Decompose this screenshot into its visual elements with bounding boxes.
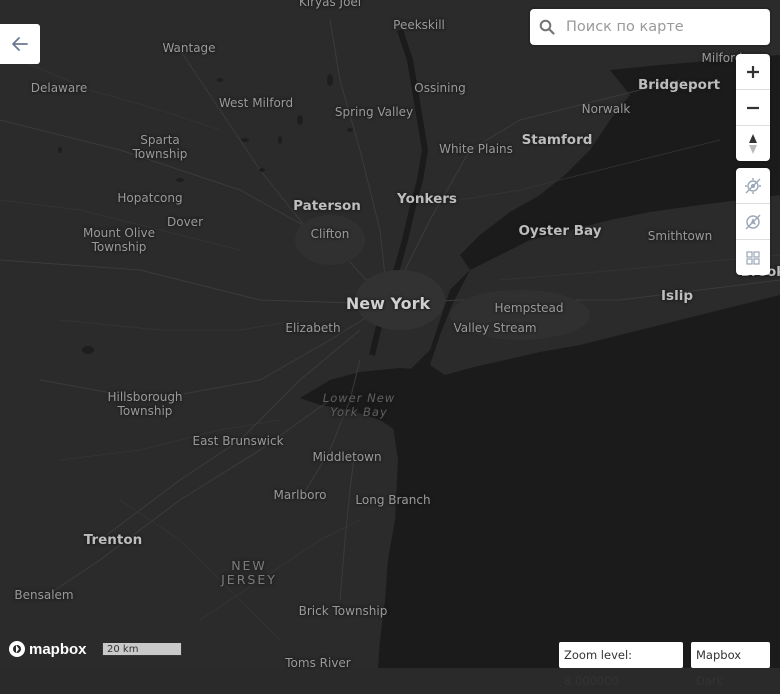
place-label: Yonkers bbox=[397, 191, 457, 207]
place-label: Islip bbox=[661, 288, 693, 304]
place-label: Norwalk bbox=[581, 102, 631, 116]
grid-icon bbox=[746, 250, 760, 265]
zoom-in-button[interactable] bbox=[736, 54, 770, 90]
compass-button[interactable] bbox=[736, 126, 770, 161]
map-canvas[interactable] bbox=[0, 0, 780, 668]
place-label: New York bbox=[345, 294, 431, 313]
plus-icon bbox=[747, 65, 759, 78]
scale-bar: 20 km bbox=[102, 643, 182, 656]
place-label: Wantage bbox=[162, 41, 216, 55]
compass-icon bbox=[749, 133, 757, 154]
place-label: Peekskill bbox=[393, 18, 445, 32]
place-label: Sparta Township bbox=[132, 133, 188, 161]
zoom-level-display: Zoom level: 8.000000 bbox=[559, 642, 683, 688]
navigation-disabled-icon bbox=[745, 214, 761, 229]
zoom-level-text: Zoom level: 8.000000 bbox=[564, 648, 633, 688]
place-label: Hempstead bbox=[494, 301, 564, 315]
place-label: Oyster Bay bbox=[518, 223, 602, 239]
place-label: White Plains bbox=[439, 142, 513, 156]
mapbox-logo[interactable]: mapbox bbox=[8, 640, 87, 658]
place-label: Ossining bbox=[414, 81, 466, 95]
map-style-switcher[interactable]: Mapbox Dark bbox=[691, 642, 770, 688]
place-label: Trenton bbox=[83, 532, 143, 548]
place-label: Dover bbox=[167, 215, 203, 229]
place-label: Hopatcong bbox=[117, 191, 183, 205]
place-label: West Milford bbox=[218, 96, 294, 110]
map-style-name: Mapbox Dark bbox=[696, 648, 742, 688]
search-icon bbox=[530, 19, 564, 35]
place-label: Long Branch bbox=[355, 493, 431, 507]
place-label: Valley Stream bbox=[453, 321, 537, 335]
grid-button[interactable] bbox=[736, 240, 770, 275]
place-label: Spring Valley bbox=[334, 105, 414, 119]
scale-label: 20 km bbox=[107, 644, 139, 655]
map-search[interactable] bbox=[530, 9, 770, 45]
track-off-button[interactable] bbox=[736, 204, 770, 240]
place-label: Brick Township bbox=[298, 604, 388, 618]
place-label: Paterson bbox=[293, 198, 361, 214]
place-label: Smithtown bbox=[647, 229, 713, 243]
place-label: East Brunswick bbox=[192, 434, 284, 448]
geolocate-off-button[interactable] bbox=[736, 168, 770, 204]
place-label: Elizabeth bbox=[285, 321, 341, 335]
map-tool-controls bbox=[736, 168, 770, 275]
place-label: NEW JERSEY bbox=[221, 558, 277, 587]
place-label: Hillsborough Township bbox=[107, 390, 183, 418]
search-input[interactable] bbox=[564, 18, 763, 36]
place-label: Delaware bbox=[30, 81, 88, 95]
place-label: Clifton bbox=[310, 227, 350, 241]
minus-icon bbox=[747, 106, 759, 109]
place-label: Mount Olive Township bbox=[82, 226, 156, 254]
back-button[interactable] bbox=[0, 24, 40, 64]
place-label: Middletown bbox=[312, 450, 382, 464]
arrow-left-icon bbox=[12, 37, 28, 51]
mapbox-logo-icon bbox=[9, 641, 25, 657]
navigation-controls bbox=[736, 54, 770, 161]
location-disabled-icon bbox=[745, 177, 761, 194]
zoom-out-button[interactable] bbox=[736, 90, 770, 126]
place-label: Marlboro bbox=[273, 488, 327, 502]
place-label: Stamford bbox=[521, 132, 593, 148]
mapbox-logo-text: mapbox bbox=[29, 640, 87, 658]
place-label: Bridgeport bbox=[637, 77, 721, 93]
place-label: Kiryas Joel bbox=[298, 0, 362, 9]
place-label: Lower New York Bay bbox=[322, 391, 396, 419]
place-label: Bensalem bbox=[14, 588, 74, 602]
